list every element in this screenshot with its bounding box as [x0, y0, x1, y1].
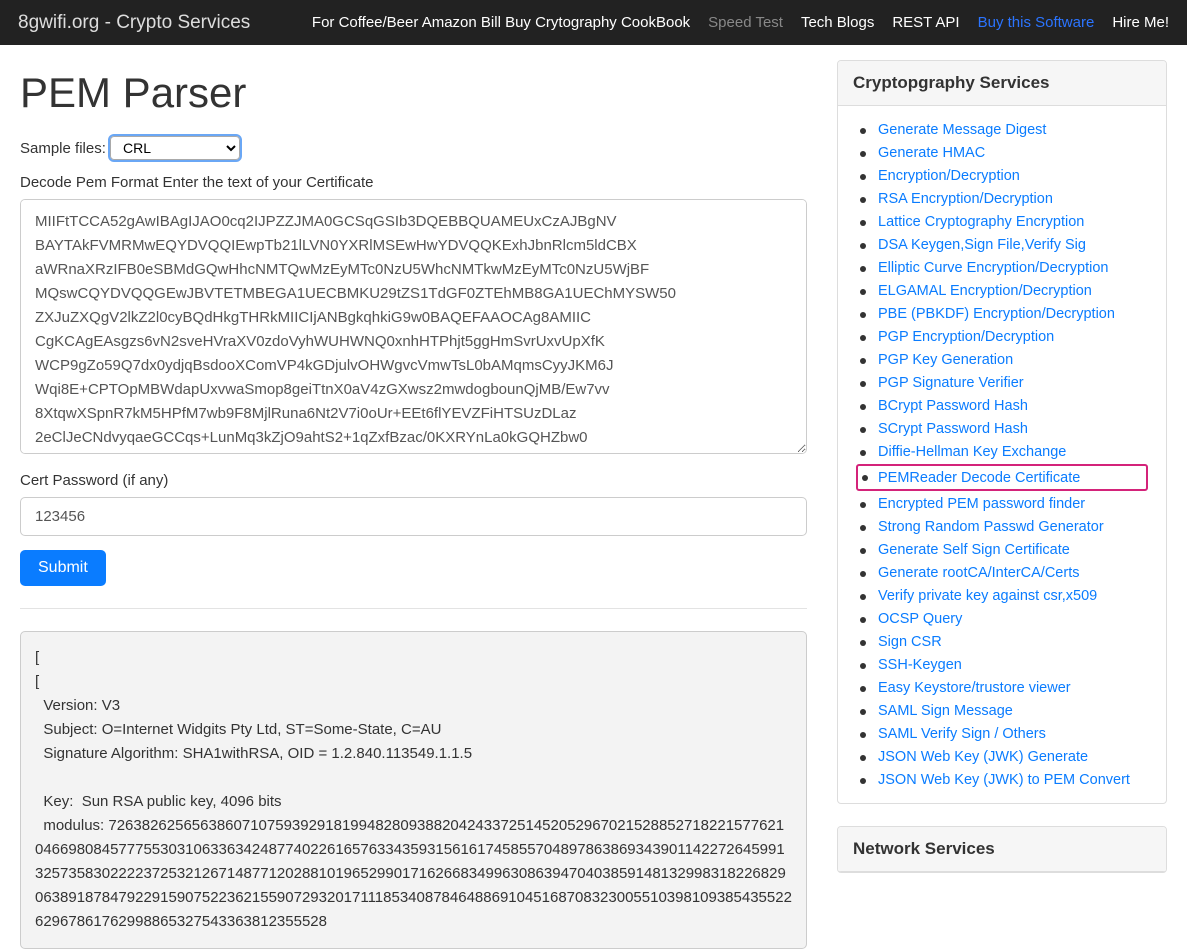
sample-files-row: Sample files: CRL — [20, 136, 807, 160]
decode-label: Decode Pem Format Enter the text of your… — [20, 174, 807, 191]
divider — [20, 608, 807, 609]
service-link[interactable]: Generate Self Sign Certificate — [878, 542, 1070, 558]
service-link[interactable]: Diffie-Hellman Key Exchange — [878, 444, 1066, 460]
pem-textarea[interactable] — [20, 199, 807, 454]
service-link[interactable]: PBE (PBKDF) Encryption/Decryption — [878, 306, 1115, 322]
service-link[interactable]: Sign CSR — [878, 634, 942, 650]
service-item: Diffie-Hellman Key Exchange — [856, 440, 1148, 463]
service-link[interactable]: BCrypt Password Hash — [878, 398, 1028, 414]
service-link[interactable]: Encrypted PEM password finder — [878, 496, 1085, 512]
service-item: Lattice Cryptography Encryption — [856, 210, 1148, 233]
service-link[interactable]: Generate HMAC — [878, 145, 985, 161]
service-link[interactable]: ELGAMAL Encryption/Decryption — [878, 283, 1092, 299]
sample-files-label: Sample files: — [20, 140, 106, 157]
sample-files-select[interactable]: CRL — [110, 136, 240, 160]
crypto-services-list: Generate Message Digest Generate HMAC Encr… — [856, 118, 1148, 791]
network-services-title: Network Services — [838, 827, 1166, 872]
main-content: PEM Parser Sample files: CRL Decode Pem … — [20, 45, 807, 949]
service-item: Strong Random Passwd Generator — [856, 515, 1148, 538]
sidebar: Cryptopgraphy Services Generate Message … — [837, 45, 1167, 949]
nav-link[interactable]: Tech Blogs — [801, 14, 874, 31]
service-link[interactable]: PGP Encryption/Decryption — [878, 329, 1054, 345]
service-item: Verify private key against csr,x509 — [856, 584, 1148, 607]
service-link[interactable]: Generate rootCA/InterCA/Certs — [878, 565, 1079, 581]
crypto-services-panel: Cryptopgraphy Services Generate Message … — [837, 60, 1167, 804]
service-item: PGP Signature Verifier — [856, 371, 1148, 394]
service-link[interactable]: RSA Encryption/Decryption — [878, 191, 1053, 207]
service-item: ELGAMAL Encryption/Decryption — [856, 279, 1148, 302]
service-item: PEMReader Decode Certificate — [856, 464, 1148, 491]
password-input[interactable] — [20, 497, 807, 536]
service-link[interactable]: Lattice Cryptography Encryption — [878, 214, 1084, 230]
service-link[interactable]: PGP Key Generation — [878, 352, 1013, 368]
service-link[interactable]: SAML Sign Message — [878, 703, 1013, 719]
nav-link[interactable]: Hire Me! — [1112, 14, 1169, 31]
nav-link[interactable]: For Coffee/Beer Amazon Bill Buy Crytogra… — [312, 14, 690, 31]
top-navbar: 8gwifi.org - Crypto Services For Coffee/… — [0, 0, 1187, 45]
service-link[interactable]: OCSP Query — [878, 611, 962, 627]
nav-link[interactable]: Speed Test — [708, 14, 783, 31]
service-item: DSA Keygen,Sign File,Verify Sig — [856, 233, 1148, 256]
service-item: Elliptic Curve Encryption/Decryption — [856, 256, 1148, 279]
service-link[interactable]: Encryption/Decryption — [878, 168, 1020, 184]
service-link[interactable]: SCrypt Password Hash — [878, 421, 1028, 437]
service-link[interactable]: Easy Keystore/trustore viewer — [878, 680, 1071, 696]
service-link[interactable]: PGP Signature Verifier — [878, 375, 1024, 391]
nav-links: For Coffee/Beer Amazon Bill Buy Crytogra… — [312, 14, 1169, 31]
service-item: OCSP Query — [856, 607, 1148, 630]
service-link[interactable]: Verify private key against csr,x509 — [878, 588, 1097, 604]
service-item: PBE (PBKDF) Encryption/Decryption — [856, 302, 1148, 325]
service-link[interactable]: SSH-Keygen — [878, 657, 962, 673]
service-item: Easy Keystore/trustore viewer — [856, 676, 1148, 699]
service-item: BCrypt Password Hash — [856, 394, 1148, 417]
service-link[interactable]: Generate Message Digest — [878, 122, 1046, 138]
service-item: SCrypt Password Hash — [856, 417, 1148, 440]
service-item: Generate Message Digest — [856, 118, 1148, 141]
service-item: SAML Sign Message — [856, 699, 1148, 722]
service-item: Encrypted PEM password finder — [856, 492, 1148, 515]
service-link[interactable]: PEMReader Decode Certificate — [878, 470, 1080, 486]
service-item: Generate Self Sign Certificate — [856, 538, 1148, 561]
service-item: RSA Encryption/Decryption — [856, 187, 1148, 210]
service-item: Encryption/Decryption — [856, 164, 1148, 187]
service-item: Generate rootCA/InterCA/Certs — [856, 561, 1148, 584]
service-item: Sign CSR — [856, 630, 1148, 653]
nav-link[interactable]: Buy this Software — [978, 14, 1095, 31]
service-link[interactable]: JSON Web Key (JWK) to PEM Convert — [878, 772, 1130, 788]
service-item: SAML Verify Sign / Others — [856, 722, 1148, 745]
submit-button[interactable]: Submit — [20, 550, 106, 586]
service-link[interactable]: Strong Random Passwd Generator — [878, 519, 1104, 535]
service-item: Generate HMAC — [856, 141, 1148, 164]
service-item: JSON Web Key (JWK) Generate — [856, 745, 1148, 768]
service-link[interactable]: DSA Keygen,Sign File,Verify Sig — [878, 237, 1086, 253]
service-item: SSH-Keygen — [856, 653, 1148, 676]
service-link[interactable]: SAML Verify Sign / Others — [878, 726, 1046, 742]
output-panel: [ [ Version: V3 Subject: O=Internet Widg… — [20, 631, 807, 949]
service-link[interactable]: Elliptic Curve Encryption/Decryption — [878, 260, 1108, 276]
nav-link[interactable]: REST API — [892, 14, 959, 31]
service-link[interactable]: JSON Web Key (JWK) Generate — [878, 749, 1088, 765]
service-item: JSON Web Key (JWK) to PEM Convert — [856, 768, 1148, 791]
crypto-services-title: Cryptopgraphy Services — [838, 61, 1166, 106]
network-services-panel: Network Services — [837, 826, 1167, 873]
service-item: PGP Encryption/Decryption — [856, 325, 1148, 348]
page-title: PEM Parser — [20, 70, 807, 116]
service-item: PGP Key Generation — [856, 348, 1148, 371]
brand-title[interactable]: 8gwifi.org - Crypto Services — [18, 12, 250, 34]
password-label: Cert Password (if any) — [20, 472, 807, 489]
